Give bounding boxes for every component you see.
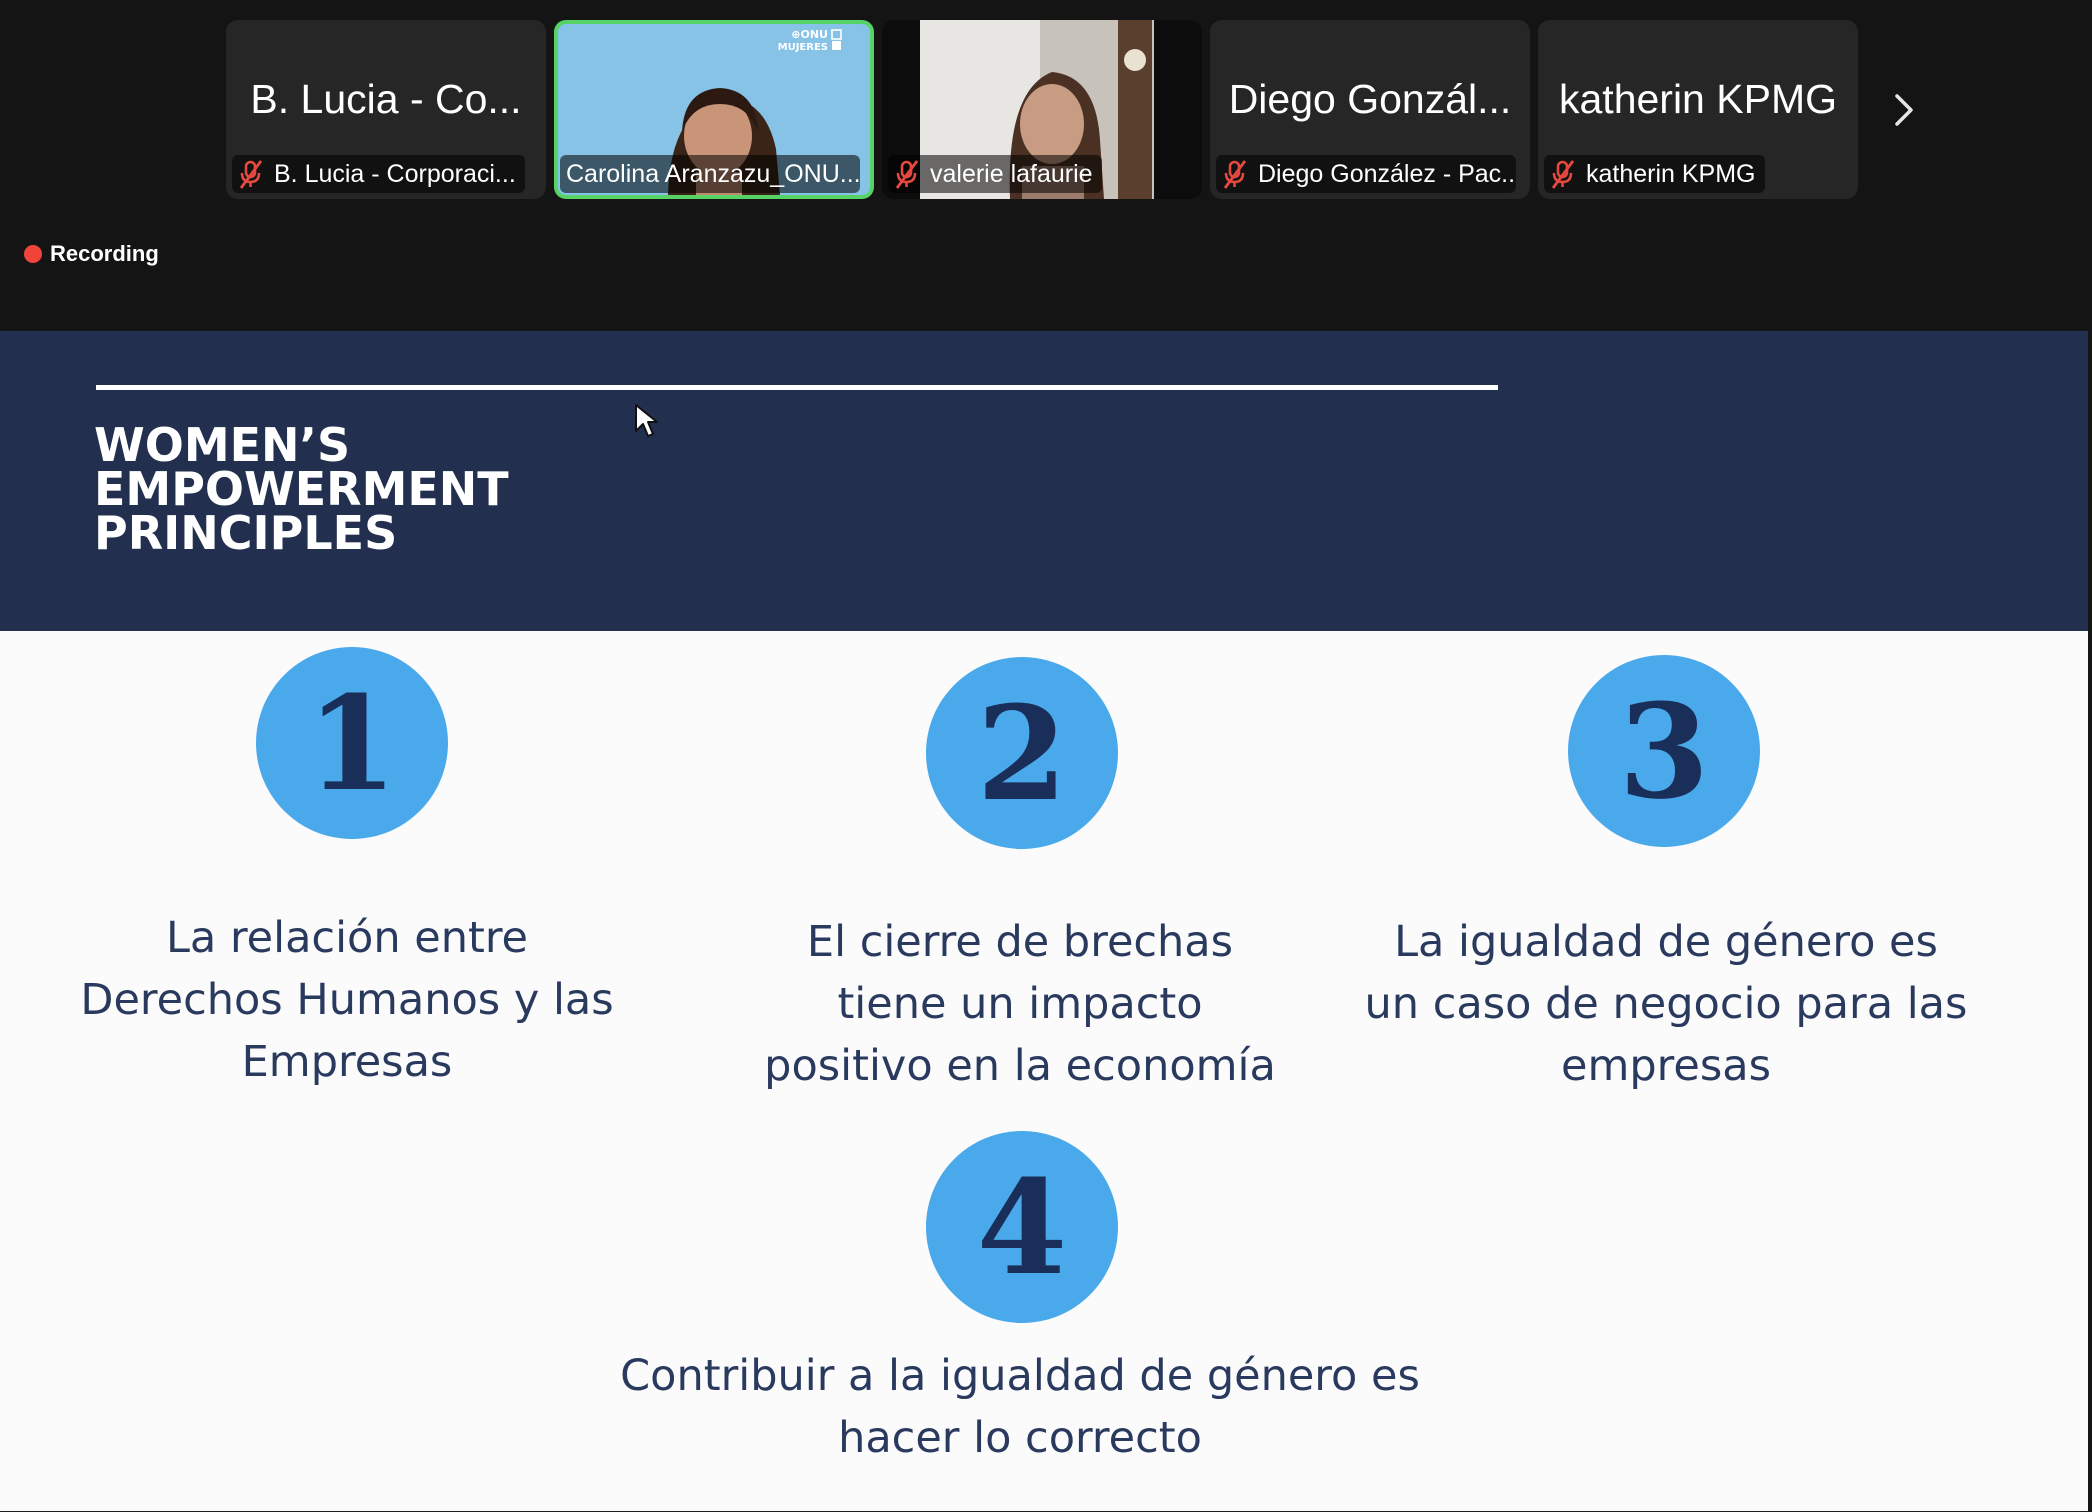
participant-name-label: katherin KPMG: [1544, 155, 1765, 193]
principle-line: positivo en la economía: [764, 1041, 1276, 1091]
principle-number-circle: 1: [256, 647, 448, 839]
muted-mic-icon: [1223, 160, 1247, 189]
participant-label-text: Diego González - Pac...: [1258, 159, 1516, 188]
principle-number-circle: 3: [1568, 655, 1760, 847]
mouse-cursor-icon: [635, 404, 658, 437]
participant-label-text: valerie lafaurie: [930, 159, 1093, 188]
recording-indicator[interactable]: Recording: [24, 238, 159, 270]
participant-tile[interactable]: valerie lafaurie: [882, 20, 1202, 199]
principle-line: un caso de negocio para las: [1364, 979, 1968, 1029]
gallery-next-button[interactable]: [1880, 80, 1928, 140]
principle-text: Contribuir a la igualdad de género es ha…: [560, 1345, 1480, 1469]
participant-display-name: B. Lucia - Co...: [250, 76, 522, 122]
principle-line: tiene un impacto: [837, 979, 1203, 1029]
slide-title-line: PRINCIPLES: [94, 506, 398, 560]
principle-line: El cierre de brechas: [806, 917, 1234, 967]
principle-line: hacer lo correcto: [838, 1413, 1202, 1463]
principle-text: La relación entre Derechos Humanos y las…: [40, 907, 654, 1093]
participant-tile-active-speaker[interactable]: ⊕ONU MUJERES Carolina Aranzazu_ONU...: [554, 20, 874, 199]
participant-name-label: B. Lucia - Corporaci...: [232, 155, 525, 193]
recording-label: Recording: [50, 241, 159, 266]
participant-name-label: valerie lafaurie: [888, 155, 1102, 193]
participant-label-text: katherin KPMG: [1586, 159, 1756, 188]
participant-display-name: katherin KPMG: [1559, 76, 1837, 122]
slide-header-band: WOMEN’S EMPOWERMENT PRINCIPLES: [0, 331, 2088, 631]
principle-line: Contribuir a la igualdad de género es: [620, 1351, 1420, 1401]
slide-title: WOMEN’S EMPOWERMENT PRINCIPLES: [94, 418, 509, 560]
slide-title-line: WOMEN’S: [94, 418, 351, 472]
participant-label-text: Carolina Aranzazu_ONU...: [566, 159, 860, 188]
muted-mic-icon: [239, 160, 263, 189]
header-divider-line: [96, 385, 1498, 390]
muted-mic-icon: [895, 160, 919, 189]
participant-tile[interactable]: katherin KPMG katherin KPMG: [1538, 20, 1858, 199]
svg-text:MUJERES: MUJERES: [778, 42, 828, 53]
participant-name-label: Carolina Aranzazu_ONU...: [560, 155, 860, 193]
principle-text: El cierre de brechas tiene un impacto po…: [700, 911, 1340, 1097]
slide-title-line: EMPOWERMENT: [94, 462, 509, 516]
principle-number-circle: 4: [926, 1131, 1118, 1323]
recording-dot-icon: [24, 245, 42, 263]
participant-label-text: B. Lucia - Corporaci...: [274, 159, 516, 188]
participant-display-name: Diego Gonzál...: [1228, 76, 1512, 122]
principle-number-circle: 2: [926, 657, 1118, 849]
chevron-right-icon: [1895, 94, 1913, 126]
principle-text: La igualdad de género es un caso de nego…: [1336, 911, 1996, 1097]
principle-line: La relación entre: [165, 913, 529, 963]
shared-screen-slide: WOMEN’S EMPOWERMENT PRINCIPLES 1 La rela…: [0, 331, 2088, 1512]
video-gallery-strip: B. Lucia - Co... B. Lucia - Corporaci...…: [0, 0, 2092, 330]
principle-line: Derechos Humanos y las: [80, 975, 614, 1025]
participant-tile[interactable]: Diego Gonzál... Diego González - Pac...: [1210, 20, 1530, 199]
participant-name-label: Diego González - Pac...: [1216, 155, 1516, 193]
svg-text:⊕ONU: ⊕ONU: [791, 28, 828, 41]
muted-mic-icon: [1551, 160, 1575, 189]
window-edge: [2088, 331, 2092, 1512]
participant-tile[interactable]: B. Lucia - Co... B. Lucia - Corporaci...: [226, 20, 546, 199]
principle-line: La igualdad de género es: [1394, 917, 1938, 967]
principle-line: Empresas: [241, 1037, 453, 1087]
principle-line: empresas: [1561, 1041, 1771, 1091]
